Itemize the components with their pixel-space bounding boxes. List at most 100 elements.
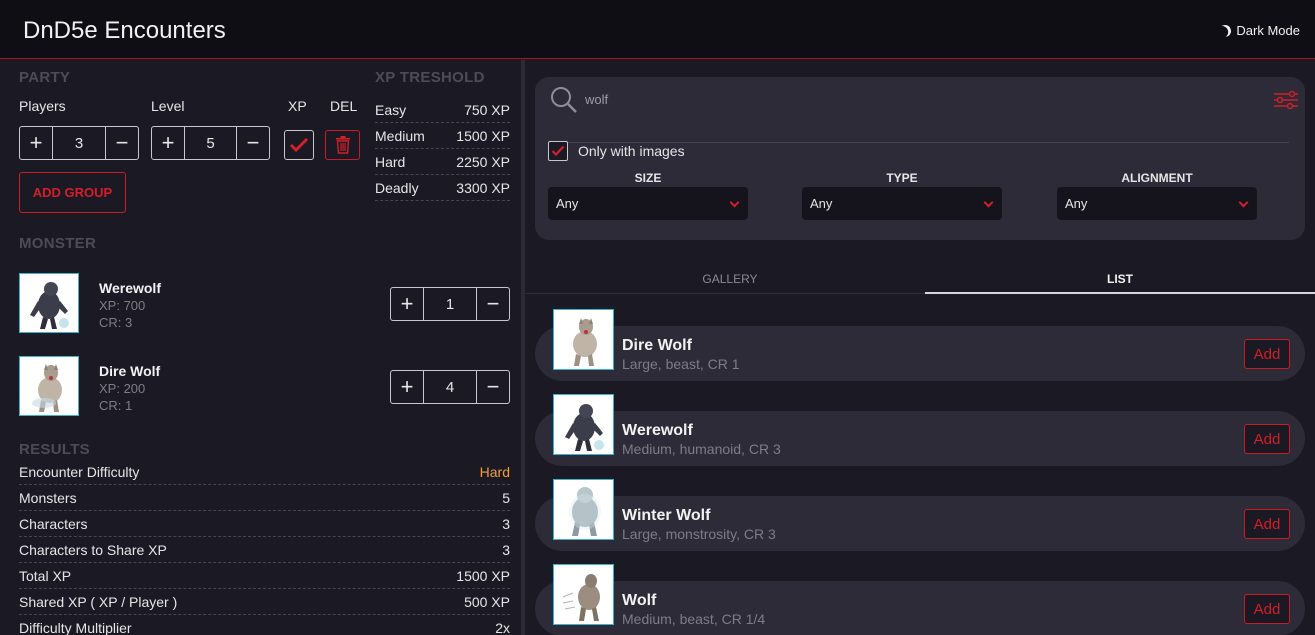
- dire-wolf-image: [572, 317, 597, 366]
- dire-wolf-image: [32, 364, 62, 412]
- players-value[interactable]: 3: [52, 127, 106, 159]
- add-monster-button[interactable]: Add: [1244, 424, 1290, 454]
- result-row: Encounter Difficulty Hard: [19, 459, 510, 485]
- only-images-checkbox[interactable]: [548, 141, 568, 161]
- level-value[interactable]: 5: [184, 127, 237, 159]
- alignment-select[interactable]: Any: [1057, 187, 1257, 220]
- result-row: Shared XP ( XP / Player ) 500 XP: [19, 589, 510, 615]
- monster-xp: XP: 200: [99, 381, 146, 396]
- result-value: 3: [502, 515, 510, 532]
- monster-cr: CR: 3: [99, 315, 133, 330]
- result-label: Characters to Share XP: [19, 541, 167, 558]
- size-select-value: Any: [556, 196, 579, 211]
- list-item-desc: Medium, beast, CR 1/4: [622, 611, 766, 627]
- dark-mode-label: Dark Mode: [1236, 23, 1300, 38]
- type-select[interactable]: Any: [802, 187, 1002, 220]
- dire-wolf-thumbnail: [19, 356, 79, 416]
- xp-checkbox[interactable]: [284, 130, 314, 160]
- threshold-value: 1500 XP: [456, 127, 510, 144]
- search-card: Only with images SIZE TYPE ALIGNMENT Any…: [535, 77, 1305, 240]
- alignment-filter-label: ALIGNMENT: [1121, 171, 1193, 185]
- threshold-label: Deadly: [375, 179, 419, 196]
- list-item-name: Dire Wolf: [622, 337, 692, 354]
- active-tab-indicator: [925, 292, 1315, 294]
- list-item-desc: Large, monstrosity, CR 3: [622, 526, 776, 542]
- threshold-label: Easy: [375, 101, 407, 118]
- count-decrement-button[interactable]: −: [477, 288, 509, 320]
- monster-title: MONSTER: [19, 235, 97, 252]
- winter-wolf-thumbnail: [553, 479, 614, 540]
- dire-wolf-count-stepper[interactable]: + 4 −: [390, 370, 510, 404]
- filter-settings-icon[interactable]: [1273, 90, 1299, 110]
- top-bar: DnD5e Encounters Dark Mode: [0, 0, 1315, 59]
- delete-group-button[interactable]: [325, 130, 360, 160]
- only-images-label: Only with images: [578, 143, 685, 159]
- result-row: Difficulty Multiplier 2x: [19, 615, 510, 635]
- add-monster-button[interactable]: Add: [1244, 339, 1290, 369]
- result-row: Characters 3: [19, 511, 510, 537]
- results-title: RESULTS: [19, 441, 90, 458]
- monster-xp: XP: 700: [99, 298, 146, 313]
- xp-threshold-title: XP TRESHOLD: [375, 69, 485, 86]
- checkmark-icon: [289, 137, 309, 153]
- monster-browser: Only with images SIZE TYPE ALIGNMENT Any…: [525, 60, 1315, 635]
- add-monster-button[interactable]: Add: [1244, 594, 1290, 624]
- search-input[interactable]: [585, 92, 1185, 107]
- werewolf-thumbnail: [19, 273, 79, 333]
- xp-threshold-row: Medium 1500 XP: [375, 123, 510, 149]
- result-label: Total XP: [19, 567, 72, 584]
- tab-list[interactable]: LIST: [925, 272, 1315, 294]
- type-select-value: Any: [810, 196, 833, 211]
- list-item-name: Werewolf: [622, 422, 693, 439]
- alignment-select-value: Any: [1065, 196, 1088, 211]
- threshold-value: 750 XP: [464, 101, 510, 118]
- trash-icon: [335, 136, 350, 154]
- size-filter-label: SIZE: [634, 171, 662, 185]
- werewolf-count-stepper[interactable]: + 1 −: [390, 287, 510, 321]
- tab-gallery[interactable]: GALLERY: [525, 272, 935, 294]
- add-monster-button[interactable]: Add: [1244, 509, 1290, 539]
- add-group-button[interactable]: ADD GROUP: [19, 172, 126, 213]
- werewolf-image: [564, 403, 604, 451]
- result-value: 5: [502, 489, 510, 506]
- level-increment-button[interactable]: +: [152, 127, 184, 159]
- threshold-value: 3300 XP: [456, 179, 510, 196]
- players-decrement-button[interactable]: −: [106, 127, 138, 159]
- winter-wolf-image: [568, 486, 601, 536]
- result-value: 3: [502, 541, 510, 558]
- app-title: DnD5e Encounters: [23, 17, 226, 44]
- xp-threshold-row: Hard 2250 XP: [375, 149, 510, 175]
- players-stepper[interactable]: + 3 −: [19, 126, 139, 160]
- type-filter-label: TYPE: [886, 171, 918, 185]
- list-item-desc: Medium, humanoid, CR 3: [622, 441, 781, 457]
- party-title: PARTY: [19, 69, 71, 86]
- result-row: Total XP 1500 XP: [19, 563, 510, 589]
- chevron-down-icon: [1238, 197, 1249, 208]
- monster-name: Werewolf: [99, 280, 161, 296]
- count-value[interactable]: 1: [423, 288, 477, 320]
- wolf-thumbnail: [553, 564, 614, 625]
- players-label: Players: [19, 98, 66, 114]
- xp-threshold-row: Deadly 3300 XP: [375, 175, 510, 201]
- moon-icon: [1218, 23, 1233, 38]
- monster-cr: CR: 1: [99, 398, 133, 413]
- count-increment-button[interactable]: +: [391, 288, 423, 320]
- level-label: Level: [151, 98, 185, 114]
- level-decrement-button[interactable]: −: [237, 127, 269, 159]
- size-select[interactable]: Any: [548, 187, 748, 220]
- checkmark-icon: [551, 145, 565, 157]
- dark-mode-toggle[interactable]: Dark Mode: [1219, 23, 1300, 38]
- werewolf-image: [30, 282, 69, 329]
- result-row: Characters to Share XP 3: [19, 537, 510, 563]
- result-value: 500 XP: [464, 593, 510, 610]
- dire-wolf-thumbnail: [553, 309, 614, 370]
- level-stepper[interactable]: + 5 −: [151, 126, 270, 160]
- threshold-label: Hard: [375, 153, 406, 170]
- count-value[interactable]: 4: [423, 371, 477, 403]
- threshold-label: Medium: [375, 127, 425, 144]
- count-increment-button[interactable]: +: [391, 371, 423, 403]
- players-increment-button[interactable]: +: [20, 127, 52, 159]
- werewolf-thumbnail: [553, 394, 614, 455]
- count-decrement-button[interactable]: −: [477, 371, 509, 403]
- threshold-value: 2250 XP: [456, 153, 510, 170]
